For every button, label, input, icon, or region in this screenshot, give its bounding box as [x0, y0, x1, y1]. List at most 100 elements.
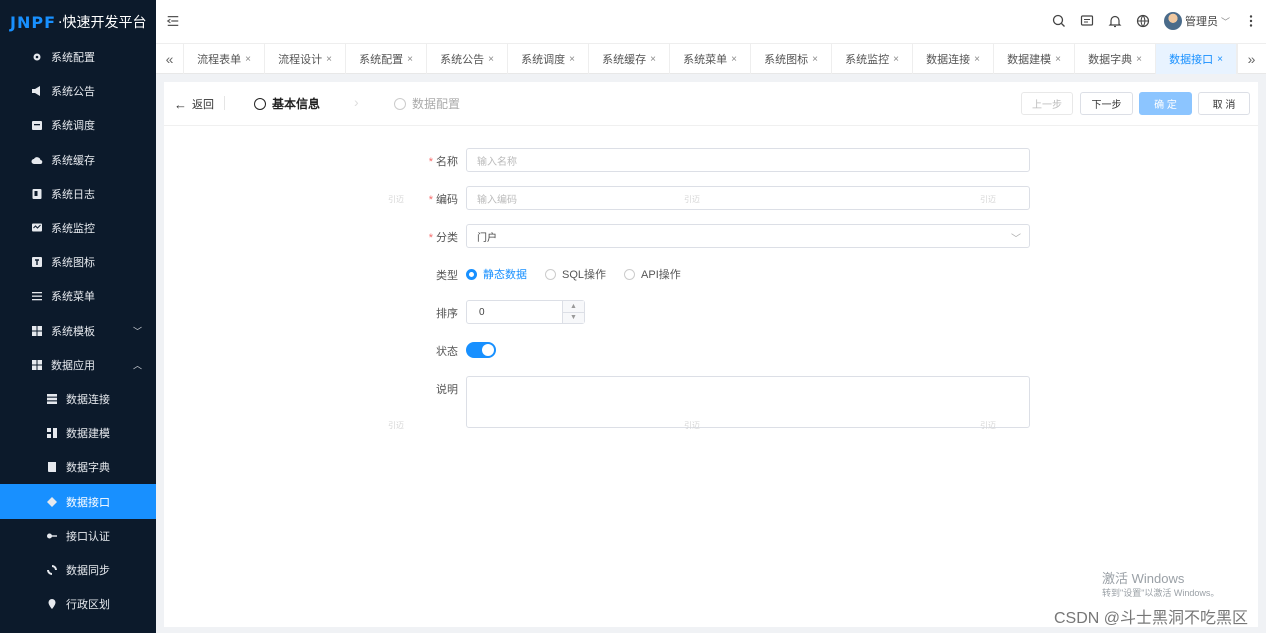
- globe-icon[interactable]: [1136, 14, 1150, 28]
- tab-label: 数据连接: [926, 54, 971, 66]
- close-icon[interactable]: ×: [650, 54, 656, 65]
- sidebar-item-8[interactable]: 系统菜单: [0, 279, 156, 313]
- sidebar-item-7[interactable]: 系统图标: [0, 245, 156, 279]
- tab-7[interactable]: 系统菜单 ×: [670, 44, 751, 74]
- apps-icon: [30, 358, 44, 372]
- sidebar-item-label: 系统公告: [51, 86, 95, 99]
- desc-textarea[interactable]: [466, 376, 1030, 428]
- close-icon[interactable]: ×: [893, 54, 899, 65]
- radio-static-data[interactable]: 静态数据: [466, 266, 527, 282]
- sidebar-item-12[interactable]: 数据建模: [0, 416, 156, 450]
- close-icon[interactable]: ×: [245, 54, 251, 65]
- sidebar-item-10[interactable]: 数据应用 ︿: [0, 348, 156, 382]
- message-icon[interactable]: [1080, 14, 1094, 28]
- step-circle-icon: [254, 97, 266, 110]
- avatar: [1163, 12, 1182, 30]
- radio-sql[interactable]: SQL操作: [545, 266, 606, 282]
- status-toggle[interactable]: [466, 342, 496, 358]
- chevron-up-icon: ︿: [132, 360, 142, 371]
- name-label: * 名称: [428, 156, 458, 168]
- form-row-name: * 名称 输入名称: [164, 148, 1258, 172]
- prev-step-button[interactable]: 上一步: [1021, 92, 1073, 115]
- watermark: 引迈: [980, 195, 996, 204]
- tab-label: 数据字典: [1088, 54, 1133, 66]
- step-data-config[interactable]: 数据配置: [394, 95, 460, 112]
- close-icon[interactable]: ×: [326, 54, 332, 65]
- sidebar-item-3[interactable]: 系统调度: [0, 108, 156, 142]
- tab-4[interactable]: 系统公告 ×: [427, 44, 508, 74]
- close-icon[interactable]: ×: [731, 54, 737, 65]
- chevron-down-icon: ﹀: [132, 326, 142, 337]
- decrement-icon[interactable]: ▼: [563, 312, 584, 323]
- radio-api[interactable]: API操作: [624, 266, 681, 282]
- sidebar-item-label: 行政区划: [66, 599, 110, 612]
- tab-9[interactable]: 系统监控 ×: [832, 44, 913, 74]
- tab-label: 系统缓存: [602, 54, 647, 66]
- next-step-button[interactable]: 下一步: [1080, 92, 1133, 115]
- category-select[interactable]: 门户 ﹀: [466, 224, 1030, 248]
- close-icon[interactable]: ×: [812, 54, 818, 65]
- more-vertical-icon[interactable]: [1244, 14, 1258, 28]
- sidebar-item-11[interactable]: 数据连接: [0, 382, 156, 416]
- sidebar-item-label: 数据同步: [66, 564, 110, 577]
- tab-label: 数据接口: [1169, 54, 1214, 66]
- tab-list: 流程表单 × 流程设计 × 系统配置 × 系统公告 × 系统调度 × 系统缓存 × 系统菜单 × 系统图标 ×…: [184, 44, 1237, 74]
- step-basic-info[interactable]: 基本信息: [254, 95, 320, 112]
- sidebar-item-9[interactable]: 系统模板 ﹀: [0, 314, 156, 348]
- sidebar-item-label: 系统日志: [51, 188, 95, 201]
- tabs-scroll-left-icon[interactable]: «: [156, 44, 184, 74]
- sidebar-item-label: 系统菜单: [51, 291, 95, 304]
- tab-6[interactable]: 系统缓存 ×: [589, 44, 670, 74]
- sidebar-item-17[interactable]: 行政区划: [0, 587, 156, 621]
- tab-10[interactable]: 数据连接 ×: [913, 44, 994, 74]
- tab-13[interactable]: 数据接口 ×: [1156, 44, 1237, 74]
- tab-2[interactable]: 流程设计 ×: [265, 44, 346, 74]
- user-menu[interactable]: 管理员 ﹀: [1163, 12, 1230, 30]
- close-icon[interactable]: ×: [407, 54, 413, 65]
- close-icon[interactable]: ×: [488, 54, 494, 65]
- collapse-menu-icon[interactable]: [166, 14, 182, 30]
- tab-11[interactable]: 数据建模 ×: [994, 44, 1075, 74]
- tab-8[interactable]: 系统图标 ×: [751, 44, 832, 74]
- app-logo[interactable]: JNPF ·快速开发平台: [0, 0, 156, 44]
- sidebar-item-15[interactable]: 接口认证: [0, 519, 156, 553]
- close-icon[interactable]: ×: [1136, 54, 1142, 65]
- name-input[interactable]: 输入名称: [466, 148, 1030, 172]
- code-input[interactable]: 输入编码: [466, 186, 1030, 210]
- form-row-type: 类型 静态数据 SQL操作 API操作: [164, 262, 1258, 286]
- bell-icon[interactable]: [1108, 14, 1122, 28]
- top-header: 管理员 ﹀: [156, 0, 1266, 44]
- close-icon[interactable]: ×: [1055, 54, 1061, 65]
- sidebar-item-6[interactable]: 系统监控: [0, 211, 156, 245]
- watermark: 引迈: [684, 195, 700, 204]
- tab-5[interactable]: 系统调度 ×: [508, 44, 589, 74]
- increment-icon[interactable]: ▲: [563, 301, 584, 313]
- search-icon[interactable]: [1052, 14, 1066, 28]
- sidebar-item-14[interactable]: 数据接口: [0, 484, 156, 519]
- sidebar-item-label: 系统监控: [51, 223, 95, 236]
- windows-activation-title: 激活 Windows: [1102, 571, 1185, 586]
- back-label: 返回: [192, 99, 214, 111]
- tabs-scroll-right-icon[interactable]: »: [1237, 44, 1265, 74]
- log-icon: [30, 187, 44, 201]
- location-icon: [45, 597, 59, 611]
- cancel-button[interactable]: 取 消: [1198, 92, 1250, 115]
- tab-1[interactable]: 流程表单 ×: [184, 44, 265, 74]
- close-icon[interactable]: ×: [569, 54, 575, 65]
- sidebar-item-16[interactable]: 数据同步: [0, 553, 156, 587]
- db-icon: [45, 392, 59, 406]
- monitor-icon: [30, 221, 44, 235]
- confirm-button[interactable]: 确 定: [1139, 92, 1192, 115]
- sidebar-item-2[interactable]: 系统公告: [0, 74, 156, 108]
- sidebar-item-13[interactable]: 数据字典: [0, 450, 156, 484]
- sidebar-item-5[interactable]: 系统日志: [0, 177, 156, 211]
- tab-3[interactable]: 系统配置 ×: [346, 44, 427, 74]
- tab-12[interactable]: 数据字典 ×: [1075, 44, 1156, 74]
- sidebar-item-1[interactable]: 系统配置: [0, 40, 156, 74]
- sidebar-item-4[interactable]: 系统缓存: [0, 143, 156, 177]
- close-icon[interactable]: ×: [974, 54, 980, 65]
- close-icon[interactable]: ×: [1217, 54, 1223, 65]
- back-button[interactable]: ← 返回: [174, 96, 214, 112]
- key-icon: [45, 529, 59, 543]
- sort-stepper[interactable]: 0 ▲ ▼: [466, 300, 585, 324]
